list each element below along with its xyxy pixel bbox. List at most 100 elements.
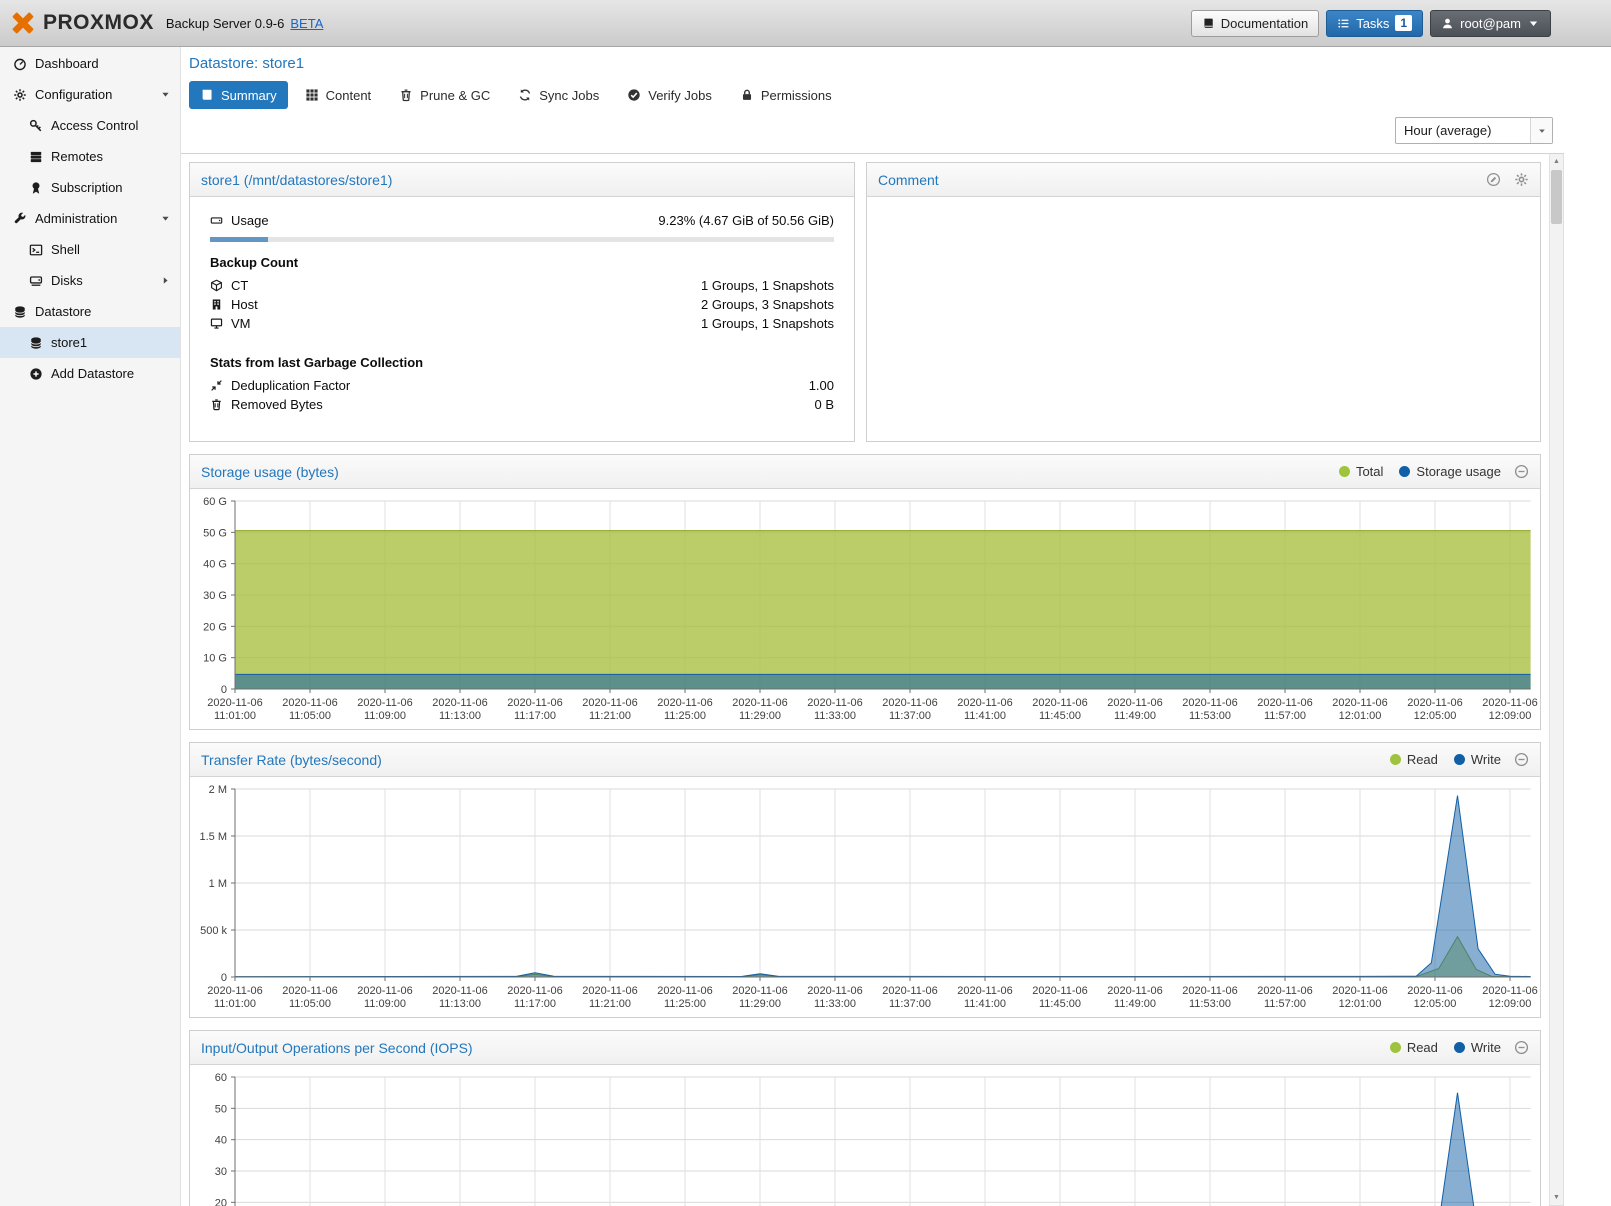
tasks-badge: 1 (1395, 15, 1412, 31)
tab-sync-jobs[interactable]: Sync Jobs (507, 81, 610, 109)
disk-icon (29, 274, 43, 288)
svg-text:40 G: 40 G (203, 559, 227, 571)
info-value: 2 Groups, 3 Snapshots (701, 297, 834, 312)
sidebar-item-shell[interactable]: Shell (0, 234, 180, 265)
svg-text:2020-11-06: 2020-11-06 (1482, 697, 1537, 709)
server-icon (29, 150, 43, 164)
chart-svg: 01020304050602020-11-0611:01:002020-11-0… (190, 1065, 1538, 1206)
info-label: VM (231, 316, 251, 331)
beta-link[interactable]: BETA (290, 16, 323, 31)
svg-text:11:45:00: 11:45:00 (1039, 710, 1081, 722)
legend-storage-usage[interactable]: Storage usage (1399, 464, 1501, 479)
circle-minus-icon (1514, 1040, 1529, 1055)
caret-down-icon (160, 89, 171, 100)
gears-icon[interactable] (1514, 172, 1529, 187)
comment-panel-title: Comment (878, 172, 939, 188)
gc-rows: Deduplication Factor1.00Removed Bytes0 B (210, 376, 834, 414)
tab-permissions[interactable]: Permissions (729, 81, 843, 109)
chart-panel-header: Storage usage (bytes)TotalStorage usage (190, 455, 1540, 489)
legend-write[interactable]: Write (1454, 752, 1501, 767)
sidebar-item-administration[interactable]: Administration (0, 203, 180, 234)
usage-row-left: Usage (210, 213, 269, 228)
list-icon (1337, 17, 1350, 30)
scrollbar-thumb[interactable] (1551, 170, 1562, 224)
collapse-chart-icon[interactable] (1514, 464, 1529, 479)
svg-text:2020-11-06: 2020-11-06 (357, 985, 412, 997)
tab-label: Prune & GC (420, 88, 490, 103)
svg-text:2020-11-06: 2020-11-06 (732, 697, 787, 709)
vertical-scrollbar[interactable]: ▲ ▼ (1549, 153, 1564, 1206)
legend-read[interactable]: Read (1390, 752, 1438, 767)
svg-text:11:01:00: 11:01:00 (214, 710, 256, 722)
time-range-select[interactable]: Hour (average) (1395, 117, 1553, 144)
backup-count-heading: Backup Count (210, 255, 834, 270)
svg-text:11:29:00: 11:29:00 (739, 710, 781, 722)
collapse-chart-icon[interactable] (1514, 752, 1529, 767)
sidebar-item-store1[interactable]: store1 (0, 327, 180, 358)
toolbar: Hour (average) (181, 109, 1611, 153)
comment-panel: Comment (866, 162, 1541, 442)
info-value: 1 Groups, 1 Snapshots (701, 316, 834, 331)
svg-text:11:37:00: 11:37:00 (889, 998, 931, 1010)
sidebar-item-access-control[interactable]: Access Control (0, 110, 180, 141)
user-icon (1441, 17, 1454, 30)
sidebar-item-subscription[interactable]: Subscription (0, 172, 180, 203)
legend-dot (1339, 466, 1350, 477)
legend-label: Read (1407, 752, 1438, 767)
sidebar-item-add-datastore[interactable]: Add Datastore (0, 358, 180, 389)
edit-circle-icon (1486, 172, 1501, 187)
wrench-icon (13, 212, 27, 226)
sidebar-item-configuration[interactable]: Configuration (0, 79, 180, 110)
circle-minus-icon (1514, 752, 1529, 767)
sidebar-item-label: Datastore (35, 304, 91, 319)
sidebar-item-disks[interactable]: Disks (0, 265, 180, 296)
svg-text:11:13:00: 11:13:00 (439, 998, 481, 1010)
scroll-down-button[interactable]: ▼ (1550, 1190, 1563, 1205)
svg-text:10 G: 10 G (203, 653, 227, 665)
legend-read[interactable]: Read (1390, 1040, 1438, 1055)
user-menu-button[interactable]: root@pam (1430, 10, 1551, 37)
documentation-button[interactable]: Documentation (1191, 10, 1319, 37)
tab-summary[interactable]: Summary (189, 81, 288, 109)
svg-text:2020-11-06: 2020-11-06 (1032, 985, 1087, 997)
grid-icon (305, 88, 319, 102)
svg-text:2020-11-06: 2020-11-06 (957, 985, 1012, 997)
comment-tools (1473, 172, 1529, 187)
svg-text:11:53:00: 11:53:00 (1189, 998, 1231, 1010)
svg-text:2020-11-06: 2020-11-06 (732, 985, 787, 997)
lock-icon (740, 88, 754, 102)
gc-heading: Stats from last Garbage Collection (210, 355, 834, 370)
charts-container: Storage usage (bytes)TotalStorage usage0… (189, 454, 1541, 1206)
comment-body[interactable] (867, 197, 1540, 442)
legend-total[interactable]: Total (1339, 464, 1383, 479)
legend-write[interactable]: Write (1454, 1040, 1501, 1055)
scroll-up-button[interactable]: ▲ (1550, 154, 1563, 169)
tab-prune-gc[interactable]: Prune & GC (388, 81, 501, 109)
book-icon (1202, 17, 1215, 30)
chevron-down-icon (1537, 126, 1547, 136)
combo-trigger[interactable] (1530, 118, 1552, 143)
tab-label: Sync Jobs (539, 88, 599, 103)
collapse-chart-icon[interactable] (1514, 1040, 1529, 1055)
chart-panel-header: Input/Output Operations per Second (IOPS… (190, 1031, 1540, 1065)
svg-text:2020-11-06: 2020-11-06 (1257, 697, 1312, 709)
tab-bar: SummaryContent Prune & GC Sync Jobs Verify … (189, 81, 1603, 109)
usage-progress-fill (210, 237, 268, 242)
chart-panel-transfer-rate-bytes-second: Transfer Rate (bytes/second)ReadWrite050… (189, 742, 1541, 1018)
svg-text:60: 60 (215, 1072, 227, 1084)
info-label: Removed Bytes (231, 397, 323, 412)
sidebar-item-remotes[interactable]: Remotes (0, 141, 180, 172)
svg-text:2020-11-06: 2020-11-06 (282, 985, 337, 997)
svg-text:11:25:00: 11:25:00 (664, 998, 706, 1010)
usage-progress (210, 237, 834, 242)
sidebar-item-datastore[interactable]: Datastore (0, 296, 180, 327)
tasks-button[interactable]: Tasks 1 (1326, 10, 1423, 37)
legend-label: Write (1471, 752, 1501, 767)
tab-verify-jobs[interactable]: Verify Jobs (616, 81, 723, 109)
svg-text:11:17:00: 11:17:00 (514, 998, 556, 1010)
svg-text:2020-11-06: 2020-11-06 (1332, 985, 1387, 997)
sidebar-item-dashboard[interactable]: Dashboard (0, 48, 180, 79)
edit-circle-icon[interactable] (1486, 172, 1501, 187)
tab-content[interactable]: Content (294, 81, 383, 109)
sidebar-item-label: Subscription (51, 180, 123, 195)
